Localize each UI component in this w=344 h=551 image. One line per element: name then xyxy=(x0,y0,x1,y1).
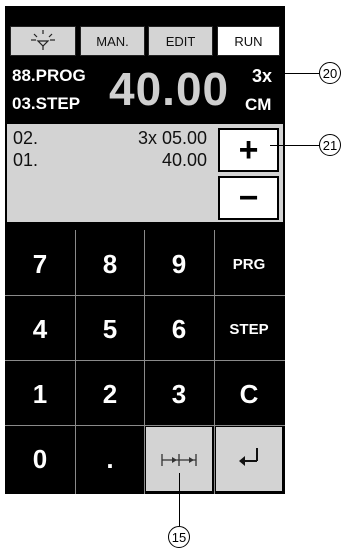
callout-leader-21 xyxy=(270,145,320,146)
run-mode-button[interactable]: RUN xyxy=(217,26,280,56)
decimal-key[interactable]: . xyxy=(77,427,143,491)
key-2[interactable]: 2 xyxy=(77,362,143,426)
callout-15: 15 xyxy=(168,526,190,548)
split-dimension-icon xyxy=(159,444,199,475)
key-8[interactable]: 8 xyxy=(77,232,143,296)
enter-return-icon xyxy=(236,444,262,475)
step-number: 03.STEP xyxy=(12,94,81,113)
keypad-divider xyxy=(5,425,285,426)
callout-leader-15 xyxy=(179,473,180,526)
multiplier: 3x xyxy=(252,66,273,86)
mode-bar: MAN. EDIT RUN xyxy=(5,6,285,61)
key-7[interactable]: 7 xyxy=(7,232,73,296)
list-item-value: 40.00 xyxy=(161,150,207,170)
keypad-divider xyxy=(144,230,145,494)
callout-leader-20 xyxy=(281,73,319,74)
plus-button[interactable]: + xyxy=(218,128,279,172)
keypad-divider xyxy=(214,230,215,494)
key-1[interactable]: 1 xyxy=(7,362,73,426)
keypad-divider xyxy=(5,295,285,296)
main-value: 40.00 xyxy=(109,63,230,115)
edit-mode-button[interactable]: EDIT xyxy=(148,26,213,56)
key-6[interactable]: 6 xyxy=(146,297,212,361)
manual-mode-button[interactable]: MAN. xyxy=(80,26,145,56)
program-key[interactable]: PRG xyxy=(216,232,282,296)
clear-key[interactable]: C xyxy=(216,362,282,426)
minus-button[interactable]: − xyxy=(218,176,279,220)
step-list: 02. 3x 05.00 01. 40.00 xyxy=(7,124,215,222)
key-3[interactable]: 3 xyxy=(146,362,212,426)
device-panel: MAN. EDIT RUN 88.PROG 03.STEP 40.00 3x C… xyxy=(5,6,285,494)
program-number: 88.PROG xyxy=(12,66,86,85)
keypad-divider xyxy=(5,360,285,361)
enter-key[interactable] xyxy=(216,427,282,491)
key-0[interactable]: 0 xyxy=(7,427,73,491)
key-9[interactable]: 9 xyxy=(146,232,212,296)
callout-21: 21 xyxy=(319,134,341,156)
key-5[interactable]: 5 xyxy=(77,297,143,361)
unit-label: CM xyxy=(245,95,272,114)
step-key[interactable]: STEP xyxy=(216,297,282,361)
light-bulb-icon xyxy=(30,29,56,54)
list-item-index: 02. xyxy=(13,128,39,148)
key-4[interactable]: 4 xyxy=(7,297,73,361)
callout-20: 20 xyxy=(319,62,341,84)
keypad-divider xyxy=(75,230,76,494)
light-button[interactable] xyxy=(10,26,76,56)
list-item-index: 01. xyxy=(13,150,39,170)
list-item-value: 3x 05.00 xyxy=(137,128,207,148)
